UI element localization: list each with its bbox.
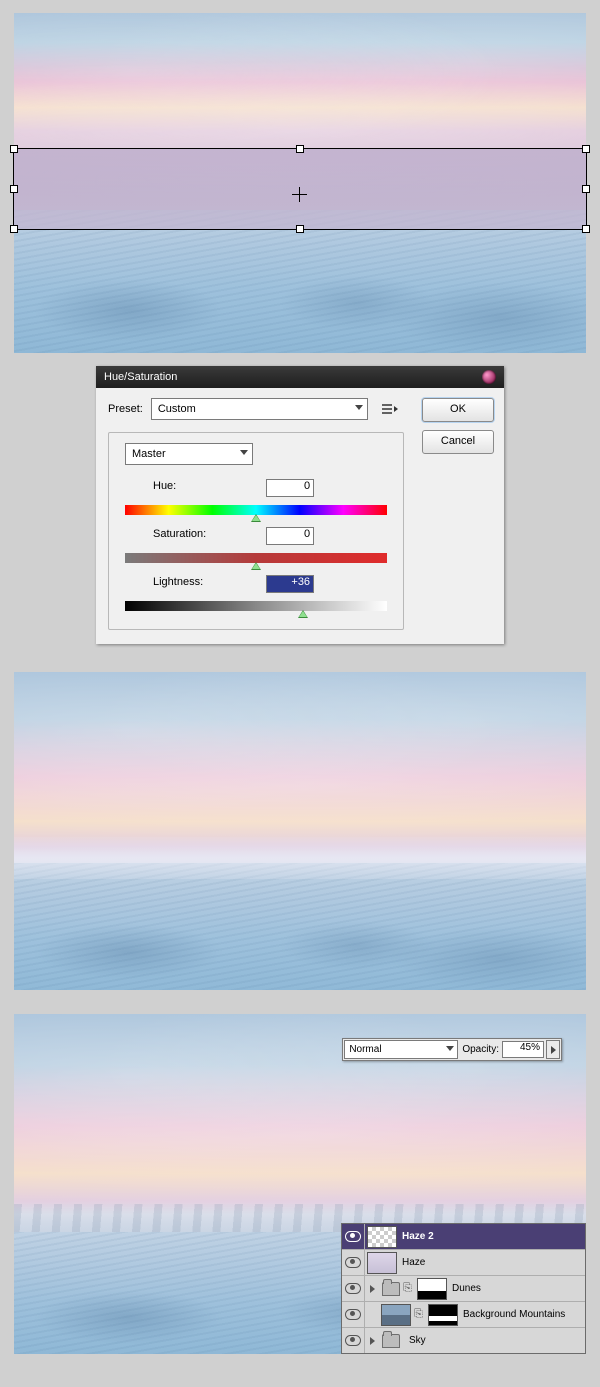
layer-name[interactable]: Haze — [400, 1257, 425, 1268]
transform-handle[interactable] — [296, 145, 304, 153]
dialog-title: Hue/Saturation — [104, 371, 177, 383]
visibility-icon[interactable] — [345, 1309, 361, 1320]
hue-saturation-dialog: Hue/Saturation Preset: Custom OK Cancel … — [96, 366, 504, 644]
layer-thumbnail[interactable] — [381, 1304, 411, 1326]
layer-row-haze2[interactable]: Haze 2 — [342, 1224, 585, 1250]
opacity-slider-flyout[interactable] — [546, 1040, 560, 1059]
saturation-input[interactable]: 0 — [266, 527, 314, 545]
blend-mode-dropdown[interactable]: Normal — [344, 1040, 458, 1059]
channel-dropdown[interactable]: Master — [125, 443, 253, 465]
transform-handle[interactable] — [582, 185, 590, 193]
transform-handle[interactable] — [582, 225, 590, 233]
expand-icon[interactable] — [370, 1337, 375, 1345]
layer-name[interactable]: Dunes — [450, 1283, 481, 1294]
transform-handle[interactable] — [10, 145, 18, 153]
layer-name[interactable]: Background Mountains — [461, 1309, 565, 1320]
canvas-with-layers-panel[interactable]: Normal Opacity: 45% Haze 2 Haze ⎘ Dunes — [14, 1014, 586, 1354]
saturation-slider[interactable] — [125, 553, 387, 563]
chevron-right-icon — [551, 1046, 556, 1054]
transform-handle[interactable] — [10, 185, 18, 193]
visibility-icon[interactable] — [345, 1231, 361, 1242]
haze-band — [14, 837, 586, 878]
blend-mode-bar: Normal Opacity: 45% — [342, 1038, 562, 1061]
layer-row-mountains[interactable]: ⎘ Background Mountains — [342, 1302, 585, 1328]
channel-fieldset: Master Hue: 0 Saturation: 0 Lightness: +… — [108, 432, 404, 630]
dialog-titlebar[interactable]: Hue/Saturation — [96, 366, 504, 388]
link-icon[interactable]: ⎘ — [403, 1282, 412, 1296]
opacity-input[interactable]: 45% — [502, 1041, 544, 1058]
layer-thumbnail[interactable] — [367, 1226, 397, 1248]
saturation-label[interactable]: Saturation: — [153, 528, 263, 540]
layer-row-dunes[interactable]: ⎘ Dunes — [342, 1276, 585, 1302]
blend-mode-value: Normal — [349, 1044, 381, 1055]
layer-mask-thumbnail[interactable] — [417, 1278, 447, 1300]
link-icon[interactable]: ⎘ — [414, 1308, 423, 1322]
transform-bounding-box[interactable] — [14, 149, 586, 229]
expand-icon[interactable] — [370, 1285, 375, 1293]
visibility-icon[interactable] — [345, 1257, 361, 1268]
visibility-icon[interactable] — [345, 1335, 361, 1346]
preset-options-icon[interactable] — [382, 403, 398, 415]
chevron-down-icon — [446, 1046, 454, 1051]
close-icon[interactable] — [482, 370, 496, 384]
slider-thumb[interactable] — [251, 514, 261, 522]
canvas-with-transform[interactable] — [14, 13, 586, 353]
layer-row-sky[interactable]: Sky — [342, 1328, 585, 1353]
preset-dropdown[interactable]: Custom — [151, 398, 368, 420]
transform-handle[interactable] — [10, 225, 18, 233]
chevron-down-icon — [355, 405, 363, 410]
layer-mask-thumbnail[interactable] — [428, 1304, 458, 1326]
layer-name[interactable]: Haze 2 — [400, 1231, 434, 1242]
opacity-label[interactable]: Opacity: — [462, 1044, 499, 1055]
sky-region — [14, 672, 586, 863]
layers-panel: Haze 2 Haze ⎘ Dunes ⎘ Background Mountai… — [341, 1223, 586, 1354]
lightness-slider[interactable] — [125, 601, 387, 611]
slider-thumb[interactable] — [298, 610, 308, 618]
chevron-down-icon — [240, 450, 248, 455]
slider-thumb[interactable] — [251, 562, 261, 570]
ok-button[interactable]: OK — [422, 398, 494, 422]
preset-label: Preset: — [108, 403, 143, 415]
hue-slider[interactable] — [125, 505, 387, 515]
transform-handle[interactable] — [296, 225, 304, 233]
folder-icon — [382, 1334, 400, 1348]
canvas-result-haze[interactable] — [14, 672, 586, 990]
cancel-button[interactable]: Cancel — [422, 430, 494, 454]
dunes-region — [14, 863, 586, 990]
layer-thumbnail[interactable] — [367, 1252, 397, 1274]
lightness-label[interactable]: Lightness: — [153, 576, 263, 588]
layer-name[interactable]: Sky — [403, 1335, 426, 1346]
hue-label[interactable]: Hue: — [153, 480, 263, 492]
channel-value: Master — [132, 448, 166, 460]
folder-icon — [382, 1282, 400, 1296]
preset-value: Custom — [158, 403, 196, 415]
lightness-input[interactable]: +36 — [266, 575, 314, 593]
hue-input[interactable]: 0 — [266, 479, 314, 497]
visibility-icon[interactable] — [345, 1283, 361, 1294]
transform-handle[interactable] — [582, 145, 590, 153]
layer-row-haze[interactable]: Haze — [342, 1250, 585, 1276]
